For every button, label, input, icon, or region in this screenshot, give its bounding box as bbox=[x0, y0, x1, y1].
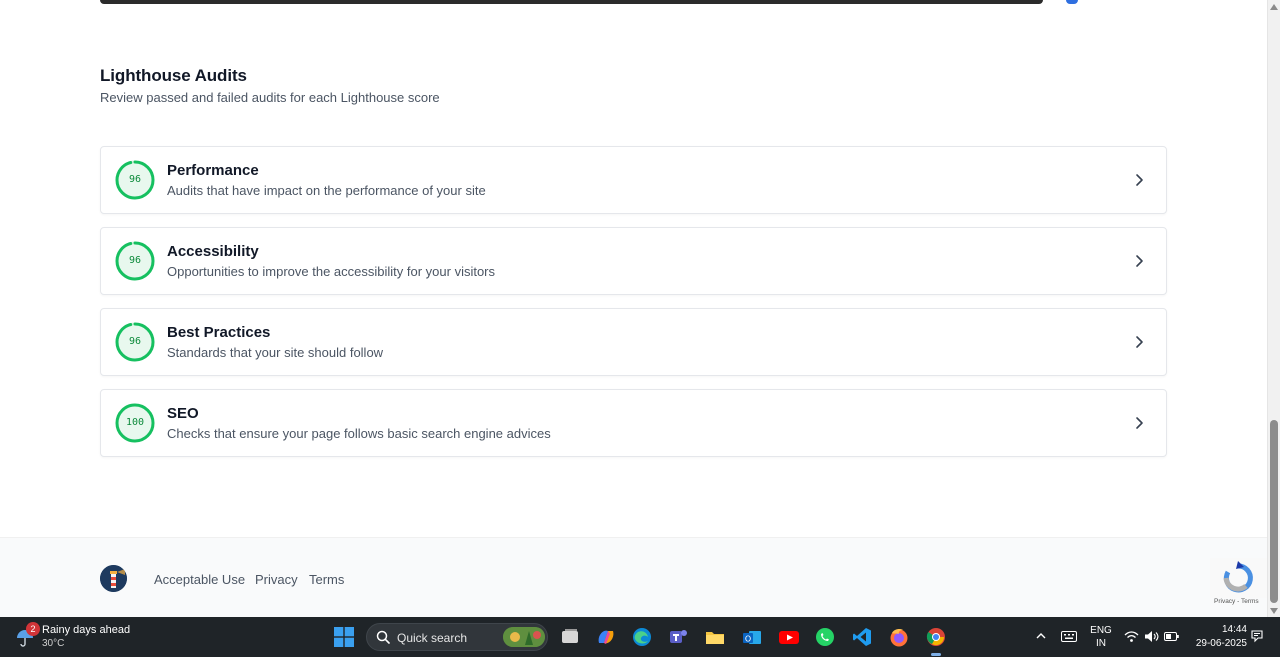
language-indicator[interactable]: ENG IN bbox=[1090, 624, 1112, 650]
language-code: ENG bbox=[1090, 625, 1112, 636]
footer-link-terms[interactable]: Terms bbox=[309, 572, 344, 587]
audit-title: Performance bbox=[167, 162, 259, 179]
task-view-icon[interactable] bbox=[559, 626, 581, 648]
score-gauge: 96 bbox=[115, 241, 155, 281]
chevron-right-icon bbox=[1136, 255, 1143, 267]
outlook-icon[interactable]: O bbox=[741, 626, 763, 648]
taskbar-search[interactable]: Quick search bbox=[366, 623, 548, 651]
search-label: Quick search bbox=[397, 631, 468, 645]
profile-avatar-edge bbox=[1066, 0, 1078, 4]
recaptcha-text[interactable]: Privacy - Terms bbox=[1214, 598, 1259, 605]
recaptcha-icon bbox=[1210, 558, 1267, 598]
language-region: IN bbox=[1096, 638, 1106, 649]
weather-temperature: 30°C bbox=[42, 638, 65, 649]
clock-time: 14:44 bbox=[1221, 624, 1247, 635]
firefox-icon[interactable] bbox=[888, 626, 910, 648]
notification-center-icon[interactable] bbox=[1251, 630, 1263, 643]
footer-link-privacy[interactable]: Privacy bbox=[255, 572, 298, 587]
page-content: Lighthouse Audits Review passed and fail… bbox=[0, 10, 1267, 537]
audit-title: Accessibility bbox=[167, 243, 259, 260]
score-gauge: 100 bbox=[115, 403, 155, 443]
score-value: 96 bbox=[128, 174, 142, 185]
audit-card-seo[interactable]: 100 SEO Checks that ensure your page fol… bbox=[100, 389, 1167, 457]
battery-icon[interactable] bbox=[1164, 631, 1180, 642]
recaptcha-badge[interactable]: Privacy - Terms bbox=[1210, 558, 1267, 608]
audit-description: Opportunities to improve the accessibili… bbox=[167, 264, 496, 279]
lighthouse-logo-icon bbox=[100, 565, 127, 592]
chrome-icon[interactable] bbox=[925, 626, 947, 656]
site-logo-icon[interactable] bbox=[100, 565, 127, 592]
footer-link-acceptable-use[interactable]: Acceptable Use bbox=[154, 572, 245, 587]
copilot-icon[interactable] bbox=[595, 626, 617, 648]
section-subtitle: Review passed and failed audits for each… bbox=[100, 90, 440, 105]
scroll-up-icon[interactable] bbox=[1270, 4, 1278, 10]
audit-description: Standards that your site should follow bbox=[167, 345, 384, 360]
notification-badge: 2 bbox=[26, 622, 40, 636]
keyboard-icon[interactable] bbox=[1061, 631, 1077, 642]
volume-icon[interactable] bbox=[1144, 630, 1160, 643]
address-bar-edge bbox=[100, 0, 1043, 4]
svg-text:O: O bbox=[745, 635, 751, 644]
score-gauge: 96 bbox=[115, 160, 155, 200]
folder-icon[interactable] bbox=[704, 626, 726, 648]
system-clock[interactable]: 14:44 29-06-2025 bbox=[1187, 623, 1247, 651]
scroll-down-icon[interactable] bbox=[1270, 608, 1278, 614]
windows-start-icon[interactable] bbox=[334, 627, 354, 647]
scrollbar-thumb[interactable] bbox=[1270, 420, 1278, 603]
windows-taskbar: 2 Rainy days ahead 30°C Quick search O E… bbox=[0, 617, 1280, 657]
chevron-right-icon bbox=[1136, 174, 1143, 186]
youtube-icon[interactable] bbox=[778, 626, 800, 648]
audit-title: Best Practices bbox=[167, 324, 271, 341]
wifi-icon[interactable] bbox=[1124, 630, 1139, 643]
browser-top-strip bbox=[0, 0, 1267, 10]
audit-description: Audits that have impact on the performan… bbox=[167, 183, 486, 198]
clock-date: 29-06-2025 bbox=[1195, 638, 1247, 649]
audit-card-performance[interactable]: 96 Performance Audits that have impact o… bbox=[100, 146, 1167, 214]
audit-title: SEO bbox=[167, 405, 199, 422]
teams-icon[interactable] bbox=[667, 626, 689, 648]
score-value: 100 bbox=[125, 417, 145, 428]
vscode-icon[interactable] bbox=[851, 626, 873, 648]
section-title: Lighthouse Audits bbox=[100, 66, 247, 85]
weather-widget[interactable]: 2 Rainy days ahead 30°C bbox=[14, 622, 144, 652]
audit-card-best-practices[interactable]: 96 Best Practices Standards that your si… bbox=[100, 308, 1167, 376]
score-gauge: 96 bbox=[115, 322, 155, 362]
search-highlight-icon bbox=[503, 627, 545, 647]
whatsapp-icon[interactable] bbox=[814, 626, 836, 648]
audit-card-accessibility[interactable]: 96 Accessibility Opportunities to improv… bbox=[100, 227, 1167, 295]
show-hidden-icons-icon[interactable] bbox=[1036, 632, 1046, 640]
audit-description: Checks that ensure your page follows bas… bbox=[167, 426, 551, 441]
page-scrollbar[interactable] bbox=[1267, 0, 1280, 617]
chevron-right-icon bbox=[1136, 336, 1143, 348]
search-icon bbox=[376, 630, 390, 644]
score-value: 96 bbox=[128, 255, 142, 266]
weather-title: Rainy days ahead bbox=[42, 624, 131, 636]
edge-icon[interactable] bbox=[631, 626, 653, 648]
chevron-right-icon bbox=[1136, 417, 1143, 429]
site-footer: Acceptable Use Privacy Terms Privacy - T… bbox=[0, 537, 1267, 617]
score-value: 96 bbox=[128, 336, 142, 347]
